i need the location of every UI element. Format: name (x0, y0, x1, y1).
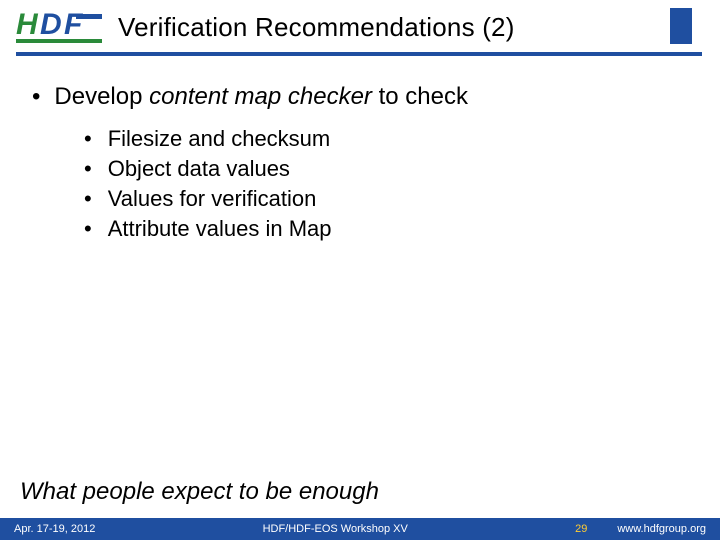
slide: H D F Verification Recommendations (2) •… (0, 0, 720, 540)
footer-date: Apr. 17-19, 2012 (14, 523, 95, 535)
bullet-dot-icon: • (84, 128, 92, 150)
slide-title: Verification Recommendations (2) (118, 12, 515, 43)
closing-remark: What people expect to be enough (20, 478, 379, 506)
bullet-level1: • Develop content map checker to check (32, 82, 692, 112)
slide-header: H D F Verification Recommendations (2) (0, 0, 720, 62)
bullet-dot-icon: • (32, 85, 40, 109)
slide-footer: Apr. 17-19, 2012 HDF/HDF-EOS Workshop XV… (0, 518, 720, 540)
title-underline (16, 52, 702, 56)
sub-bullet-text: Attribute values in Map (108, 216, 332, 242)
bullet-dot-icon: • (84, 188, 92, 210)
bullet-dot-icon: • (84, 218, 92, 240)
lead-emphasis: content map checker (149, 83, 372, 110)
footer-center: HDF/HDF-EOS Workshop XV (95, 523, 575, 535)
slide-body: • Develop content map checker to check •… (32, 82, 692, 246)
sub-bullet-list: • Filesize and checksum • Object data va… (84, 126, 692, 242)
bullet-level2: • Object data values (84, 156, 692, 182)
bullet-level2: • Filesize and checksum (84, 126, 692, 152)
svg-text:D: D (40, 8, 62, 41)
bullet-text: Develop content map checker to check (54, 82, 468, 112)
footer-url: www.hdfgroup.org (617, 523, 706, 535)
footer-page-number: 29 (575, 523, 587, 535)
sub-bullet-text: Object data values (108, 156, 290, 182)
sub-bullet-text: Values for verification (108, 186, 317, 212)
bullet-dot-icon: • (84, 158, 92, 180)
title-decoration (670, 8, 692, 44)
lead-pre: Develop (54, 83, 149, 110)
svg-text:H: H (16, 8, 39, 41)
sub-bullet-text: Filesize and checksum (108, 126, 331, 152)
svg-text:F: F (64, 8, 83, 41)
lead-post: to check (372, 83, 468, 110)
bullet-level2: • Attribute values in Map (84, 216, 692, 242)
bullet-level2: • Values for verification (84, 186, 692, 212)
hdf-logo: H D F (16, 6, 104, 51)
